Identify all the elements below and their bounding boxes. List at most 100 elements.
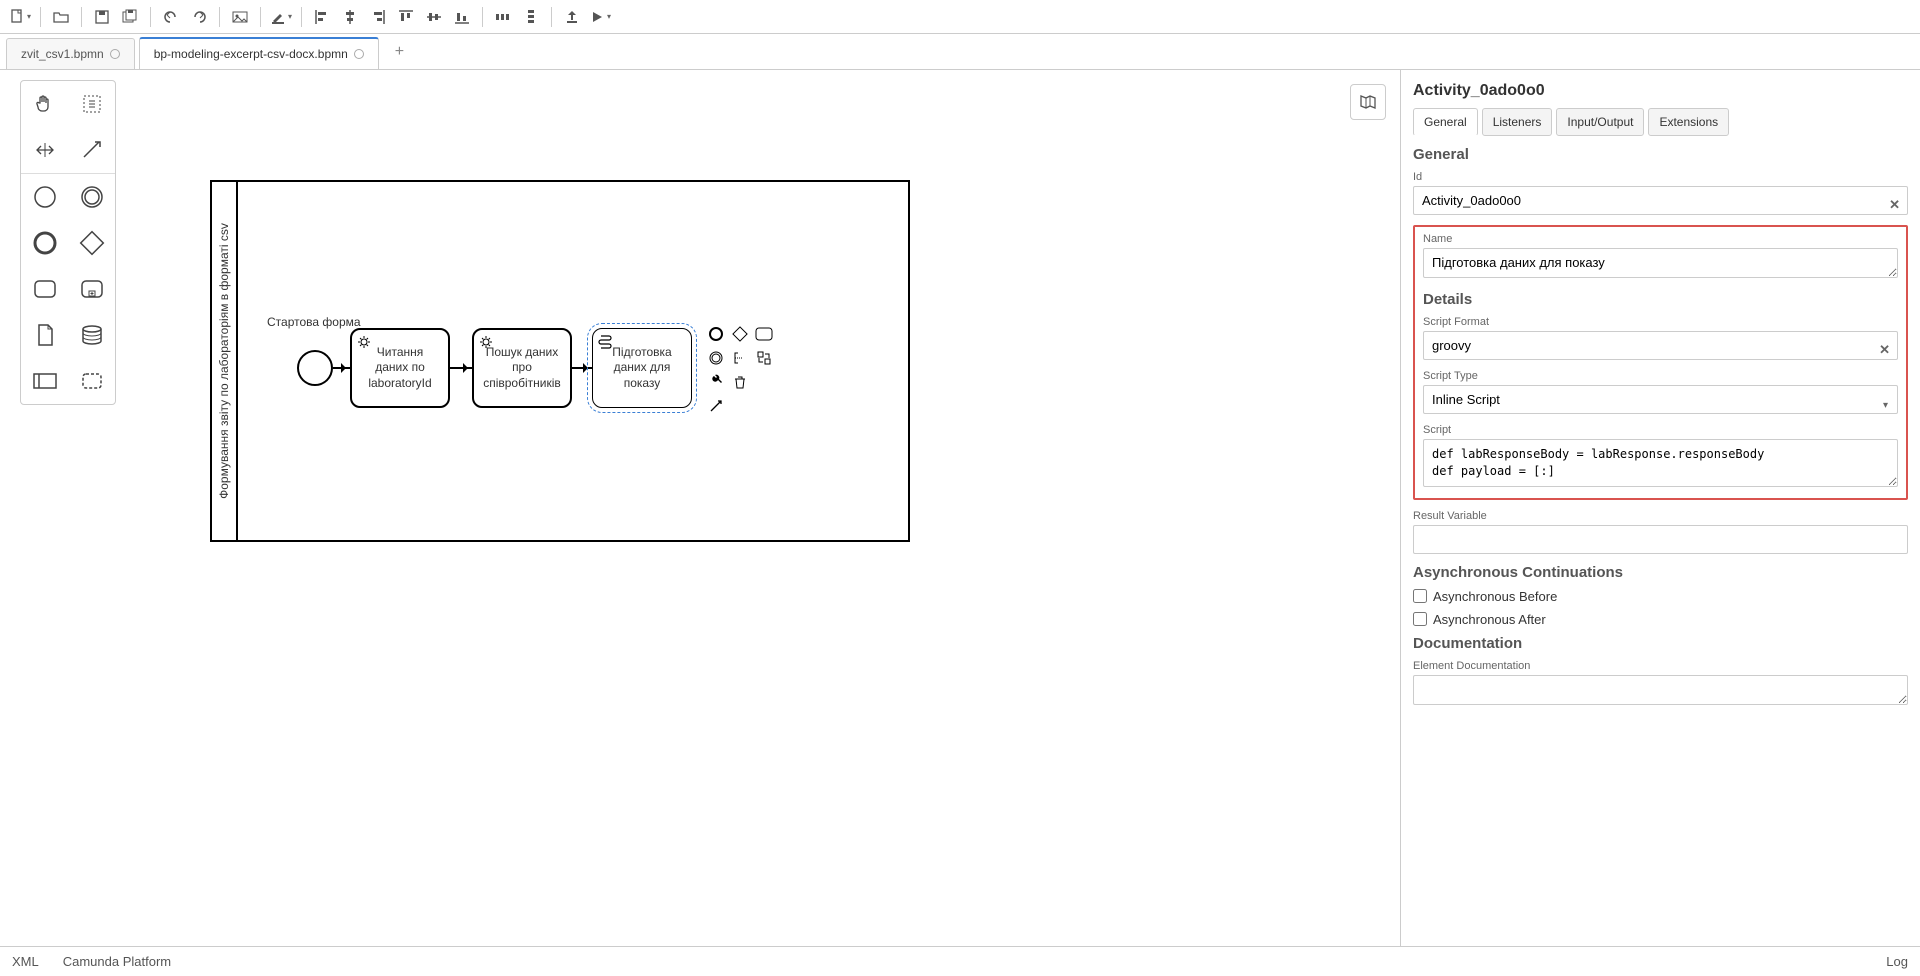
participant-tool[interactable]	[21, 358, 68, 404]
id-input[interactable]	[1413, 186, 1908, 215]
new-file-button[interactable]: ▾	[6, 3, 34, 31]
sequence-flow[interactable]	[333, 367, 350, 369]
annotation-button[interactable]	[730, 348, 750, 368]
minimap-toggle-button[interactable]	[1350, 84, 1386, 120]
task-tool[interactable]	[21, 266, 68, 312]
element-doc-input[interactable]	[1413, 675, 1908, 705]
async-after-label: Asynchronous After	[1433, 612, 1546, 627]
distribute-v-button[interactable]	[517, 3, 545, 31]
intermediate-event-tool[interactable]	[68, 174, 115, 220]
start-event-label: Стартова форма	[267, 315, 361, 329]
hand-tool[interactable]	[21, 81, 68, 127]
wrench-button[interactable]	[706, 372, 726, 392]
script-format-label: Script Format	[1423, 316, 1898, 328]
tab-input-output[interactable]: Input/Output	[1556, 108, 1644, 136]
file-tabs: zvit_csv1.bpmn bp-modeling-excerpt-csv-d…	[0, 34, 1920, 70]
data-store-tool[interactable]	[68, 312, 115, 358]
space-tool[interactable]	[21, 127, 68, 173]
result-variable-input[interactable]	[1413, 525, 1908, 554]
section-details: Details	[1423, 291, 1898, 308]
task-label: Підготовка даних для показу	[601, 345, 683, 392]
clear-id-button[interactable]: ✕	[1889, 197, 1900, 213]
tab-listeners[interactable]: Listeners	[1482, 108, 1553, 136]
toolbar-separator	[150, 7, 151, 27]
run-button[interactable]: ▾	[586, 3, 614, 31]
subprocess-tool[interactable]	[68, 266, 115, 312]
color-button[interactable]: ▾	[267, 3, 295, 31]
lasso-tool[interactable]	[68, 81, 115, 127]
script-type-select[interactable]: Inline Script	[1423, 385, 1898, 414]
tool-palette	[20, 80, 116, 405]
pool-label[interactable]: Формування звіту по лабораторіям в форма…	[212, 182, 238, 540]
name-label: Name	[1423, 233, 1898, 245]
status-bar: XML Camunda Platform Log	[0, 946, 1920, 976]
tab-general[interactable]: General	[1413, 108, 1478, 136]
save-all-button[interactable]	[116, 3, 144, 31]
async-before-checkbox[interactable]	[1413, 589, 1427, 603]
script-task-selected[interactable]: Підготовка даних для показу	[592, 328, 692, 408]
data-object-tool[interactable]	[21, 312, 68, 358]
file-tab[interactable]: zvit_csv1.bpmn	[6, 38, 135, 69]
append-end-event-button[interactable]	[706, 324, 726, 344]
canvas-area[interactable]: Формування звіту по лабораторіям в форма…	[0, 70, 1400, 946]
platform-label[interactable]: Camunda Platform	[63, 954, 171, 969]
properties-panel: Properties Panel Activity_0ado0o0 Genera…	[1400, 70, 1920, 946]
deploy-button[interactable]	[558, 3, 586, 31]
properties-panel-toggle[interactable]: Properties Panel	[1400, 290, 1401, 410]
start-event-tool[interactable]	[21, 174, 68, 220]
service-task[interactable]: Читання даних по laboratoryId	[350, 328, 450, 408]
script-textarea[interactable]: def labResponseBody = labResponse.respon…	[1423, 439, 1898, 487]
xml-view-button[interactable]: XML	[12, 954, 39, 969]
async-after-checkbox[interactable]	[1413, 612, 1427, 626]
change-type-button[interactable]	[754, 348, 774, 368]
end-event-tool[interactable]	[21, 220, 68, 266]
redo-button[interactable]	[185, 3, 213, 31]
distribute-h-button[interactable]	[489, 3, 517, 31]
service-task[interactable]: Пошук даних про співробітників	[472, 328, 572, 408]
align-left-button[interactable]	[308, 3, 336, 31]
main-area: Формування звіту по лабораторіям в форма…	[0, 70, 1920, 946]
log-button[interactable]: Log	[1886, 954, 1908, 969]
append-task-button[interactable]	[754, 324, 774, 344]
toolbar-separator	[260, 7, 261, 27]
script-format-input[interactable]	[1423, 331, 1898, 360]
new-tab-button[interactable]: +	[383, 35, 416, 69]
pool-label-text: Формування звіту по лабораторіям в форма…	[217, 223, 231, 499]
toolbar-separator	[81, 7, 82, 27]
tab-label: zvit_csv1.bpmn	[21, 47, 104, 61]
append-gateway-button[interactable]	[730, 324, 750, 344]
connect-button[interactable]	[706, 396, 726, 416]
sequence-flow[interactable]	[450, 367, 472, 369]
image-button[interactable]	[226, 3, 254, 31]
save-button[interactable]	[88, 3, 116, 31]
name-input[interactable]: Підготовка даних для показу	[1423, 248, 1898, 278]
align-bottom-button[interactable]	[448, 3, 476, 31]
tab-dirty-icon	[354, 49, 364, 59]
clear-script-format-button[interactable]: ✕	[1879, 342, 1890, 358]
connect-tool[interactable]	[68, 127, 115, 173]
caret-down-icon: ▾	[288, 12, 292, 21]
result-variable-label: Result Variable	[1413, 510, 1908, 522]
bpmn-diagram[interactable]: Формування звіту по лабораторіям в форма…	[210, 180, 910, 542]
script-type-label: Script Type	[1423, 370, 1898, 382]
toolbar-separator	[482, 7, 483, 27]
undo-button[interactable]	[157, 3, 185, 31]
tab-extensions[interactable]: Extensions	[1648, 108, 1729, 136]
file-tab[interactable]: bp-modeling-excerpt-csv-docx.bpmn	[139, 37, 379, 69]
align-center-button[interactable]	[336, 3, 364, 31]
append-intermediate-event-button[interactable]	[706, 348, 726, 368]
section-documentation: Documentation	[1413, 635, 1908, 652]
delete-button[interactable]	[730, 372, 750, 392]
start-event[interactable]	[297, 350, 333, 386]
align-top-button[interactable]	[392, 3, 420, 31]
gateway-tool[interactable]	[68, 220, 115, 266]
toolbar-separator	[219, 7, 220, 27]
sequence-flow[interactable]	[572, 367, 592, 369]
property-tabs: General Listeners Input/Output Extension…	[1413, 108, 1908, 136]
toolbar-separator	[40, 7, 41, 27]
group-tool[interactable]	[68, 358, 115, 404]
script-label: Script	[1423, 424, 1898, 436]
align-middle-button[interactable]	[420, 3, 448, 31]
align-right-button[interactable]	[364, 3, 392, 31]
open-file-button[interactable]	[47, 3, 75, 31]
